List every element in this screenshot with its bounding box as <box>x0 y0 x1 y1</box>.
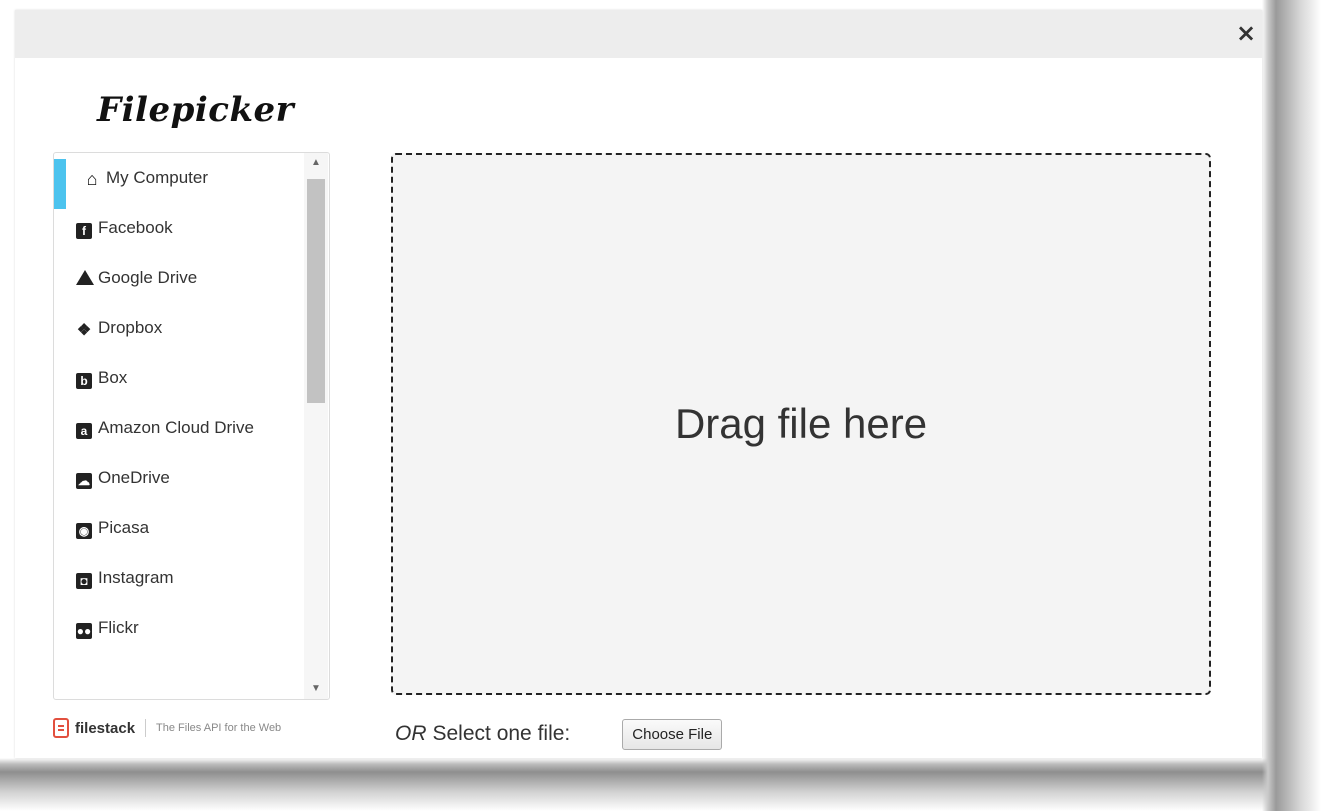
scroll-up-icon[interactable]: ▲ <box>304 153 328 173</box>
onedrive-icon: ☁ <box>76 473 92 489</box>
sidebar-item-onedrive[interactable]: ☁ OneDrive <box>54 453 304 503</box>
sidebar-item-label: My Computer <box>106 168 209 187</box>
file-select-row: OR Select one file: Choose File <box>395 714 723 754</box>
service-list: ⌂ My Computer f Facebook Google Drive ❖ Dro… <box>54 153 304 653</box>
sidebar-item-label: Google Drive <box>98 268 198 287</box>
sidebar-scrollbar[interactable]: ▲ ▼ <box>304 153 328 699</box>
sidebar-item-label: Facebook <box>98 218 173 237</box>
filestack-branding[interactable]: filestack The Files API for the Web <box>53 713 343 743</box>
dropbox-icon: ❖ <box>76 322 92 339</box>
box-icon: b <box>76 373 92 389</box>
sidebar-item-label: Box <box>98 368 128 387</box>
brand-divider <box>145 719 147 737</box>
service-sidebar: ⌂ My Computer f Facebook Google Drive ❖ Dro… <box>53 152 330 700</box>
sidebar-item-label: Dropbox <box>98 318 163 337</box>
close-icon[interactable]: × <box>1233 18 1259 48</box>
modal-header: × <box>15 10 1262 58</box>
google-drive-icon <box>76 270 94 285</box>
sidebar-item-label: Instagram <box>98 568 174 587</box>
filepicker-logo: Filepicker <box>97 90 295 130</box>
brand-name: filestack <box>75 719 136 737</box>
select-file-label: Select one file: <box>432 722 571 745</box>
sidebar-item-label: OneDrive <box>98 468 170 487</box>
sidebar-item-facebook[interactable]: f Facebook <box>54 203 304 253</box>
sidebar-item-amazon-cloud-drive[interactable]: a Amazon Cloud Drive <box>54 403 304 453</box>
sidebar-item-box[interactable]: b Box <box>54 353 304 403</box>
sidebar-item-instagram[interactable]: ◘ Instagram <box>54 553 304 603</box>
picasa-icon: ◉ <box>76 523 92 539</box>
drop-zone-text: Drag file here <box>674 400 928 447</box>
sidebar-item-google-drive[interactable]: Google Drive <box>54 253 304 303</box>
sidebar-item-label: Amazon Cloud Drive <box>98 418 254 437</box>
amazon-cloud-drive-icon: a <box>76 423 92 439</box>
sidebar-item-flickr[interactable]: ●● Flickr <box>54 603 304 653</box>
facebook-icon: f <box>76 223 92 239</box>
sidebar-item-picasa[interactable]: ◉ Picasa <box>54 503 304 553</box>
scrollbar-thumb[interactable] <box>307 179 325 403</box>
instagram-icon: ◘ <box>76 573 92 589</box>
drop-zone[interactable]: Drag file here <box>391 153 1211 695</box>
sidebar-item-my-computer[interactable]: ⌂ My Computer <box>54 153 304 209</box>
filepicker-modal: × Filepicker ⌂ My Computer f Facebook Goog… <box>15 10 1262 758</box>
sidebar-item-label: Picasa <box>98 518 150 537</box>
filestack-logo-icon <box>53 718 69 738</box>
choose-file-button[interactable]: Choose File <box>622 718 723 750</box>
sidebar-item-dropbox[interactable]: ❖ Dropbox <box>54 303 304 353</box>
flickr-icon: ●● <box>76 623 92 639</box>
brand-tagline: The Files API for the Web <box>156 722 282 734</box>
sidebar-item-label: Flickr <box>98 618 139 637</box>
home-icon: ⌂ <box>86 169 98 189</box>
or-label: OR <box>395 722 427 745</box>
scroll-down-icon[interactable]: ▼ <box>304 679 328 699</box>
